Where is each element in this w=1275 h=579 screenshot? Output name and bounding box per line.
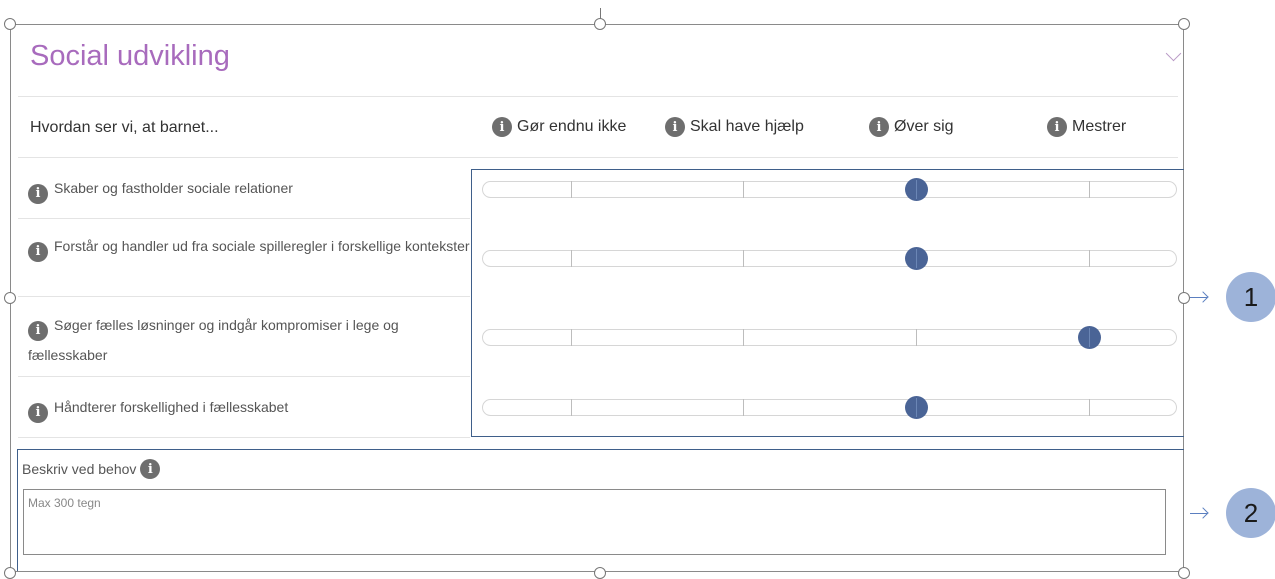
resize-handle-top-right[interactable] bbox=[1178, 18, 1190, 30]
row-label-relations: i Skaber og fastholder sociale relationer bbox=[28, 174, 470, 204]
callout-badge-2: 2 bbox=[1226, 488, 1275, 538]
info-icon[interactable]: i bbox=[28, 402, 48, 423]
row-label-text: Forstår og handler ud fra sociale spille… bbox=[54, 238, 470, 254]
callout-arrow-head bbox=[1197, 507, 1209, 519]
column-header-practicing: i Øver sig bbox=[869, 117, 954, 137]
rating-slider[interactable] bbox=[482, 247, 1177, 270]
divider bbox=[18, 96, 1178, 97]
slider-tick bbox=[1089, 399, 1090, 416]
slider-tick bbox=[1089, 181, 1090, 198]
resize-handle-top[interactable] bbox=[594, 18, 606, 30]
resize-handle-top-left[interactable] bbox=[4, 18, 16, 30]
column-header-label: Øver sig bbox=[894, 118, 954, 135]
row-label-rules: i Forstår og handler ud fra sociale spill… bbox=[28, 232, 470, 262]
column-header-label: Mestrer bbox=[1072, 118, 1127, 135]
slider-tick bbox=[571, 181, 572, 198]
question-header: Hvordan ser vi, at barnet... bbox=[30, 119, 219, 136]
row-label-text: Søger fælles løsninger og indgår komprom… bbox=[28, 317, 399, 363]
slider-tick bbox=[571, 250, 572, 267]
column-header-masters: i Mestrer bbox=[1047, 117, 1126, 137]
divider bbox=[18, 157, 1178, 158]
slider-tick bbox=[743, 250, 744, 267]
description-input[interactable] bbox=[23, 489, 1166, 555]
resize-handle-bottom-left[interactable] bbox=[4, 567, 16, 579]
description-label: Beskriv ved behov i bbox=[22, 459, 161, 479]
divider bbox=[18, 376, 470, 377]
rating-slider[interactable] bbox=[482, 178, 1177, 201]
rotate-handle-stem bbox=[600, 8, 601, 19]
column-header-needs-help: i Skal have hjælp bbox=[665, 117, 804, 137]
slider-thumb[interactable] bbox=[905, 396, 928, 419]
rating-slider[interactable] bbox=[482, 326, 1177, 349]
slider-thumb[interactable] bbox=[905, 178, 928, 201]
slider-thumb[interactable] bbox=[905, 247, 928, 270]
sliders-selection-box bbox=[471, 169, 1184, 437]
info-icon[interactable]: i bbox=[869, 117, 889, 137]
rating-slider[interactable] bbox=[482, 396, 1177, 419]
info-icon[interactable]: i bbox=[1047, 117, 1067, 137]
slider-tick bbox=[1089, 250, 1090, 267]
resize-handle-left[interactable] bbox=[4, 292, 16, 304]
row-label-text: Håndterer forskellighed i fællesskabet bbox=[54, 399, 289, 415]
description-label-text: Beskriv ved behov bbox=[22, 461, 137, 477]
info-icon[interactable]: i bbox=[665, 117, 685, 137]
slider-tick bbox=[743, 399, 744, 416]
slider-thumb[interactable] bbox=[1078, 326, 1101, 349]
slider-tick bbox=[571, 399, 572, 416]
column-header-label: Skal have hjælp bbox=[690, 118, 804, 135]
callout-badge-1: 1 bbox=[1226, 272, 1275, 322]
column-header-label: Gør endnu ikke bbox=[517, 118, 627, 135]
column-header-not-yet: i Gør endnu ikke bbox=[492, 117, 626, 137]
slider-tick bbox=[743, 329, 744, 346]
info-icon[interactable]: i bbox=[28, 320, 48, 341]
callout-arrow-head bbox=[1197, 291, 1209, 303]
divider bbox=[18, 437, 470, 438]
row-label-compromise: i Søger fælles løsninger og indgår kompro… bbox=[28, 311, 470, 370]
row-label-text: Skaber og fastholder sociale relationer bbox=[54, 180, 293, 196]
info-icon[interactable]: i bbox=[28, 241, 48, 262]
info-icon[interactable]: i bbox=[140, 459, 161, 479]
slider-tick bbox=[571, 329, 572, 346]
info-icon[interactable]: i bbox=[28, 183, 48, 204]
info-icon[interactable]: i bbox=[492, 117, 512, 137]
divider bbox=[18, 218, 470, 219]
divider bbox=[18, 296, 470, 297]
slider-tick bbox=[743, 181, 744, 198]
row-label-diversity: i Håndterer forskellighed i fællesskabet bbox=[28, 393, 470, 423]
slider-tick bbox=[916, 329, 917, 346]
section-title: Social udvikling bbox=[30, 40, 230, 72]
